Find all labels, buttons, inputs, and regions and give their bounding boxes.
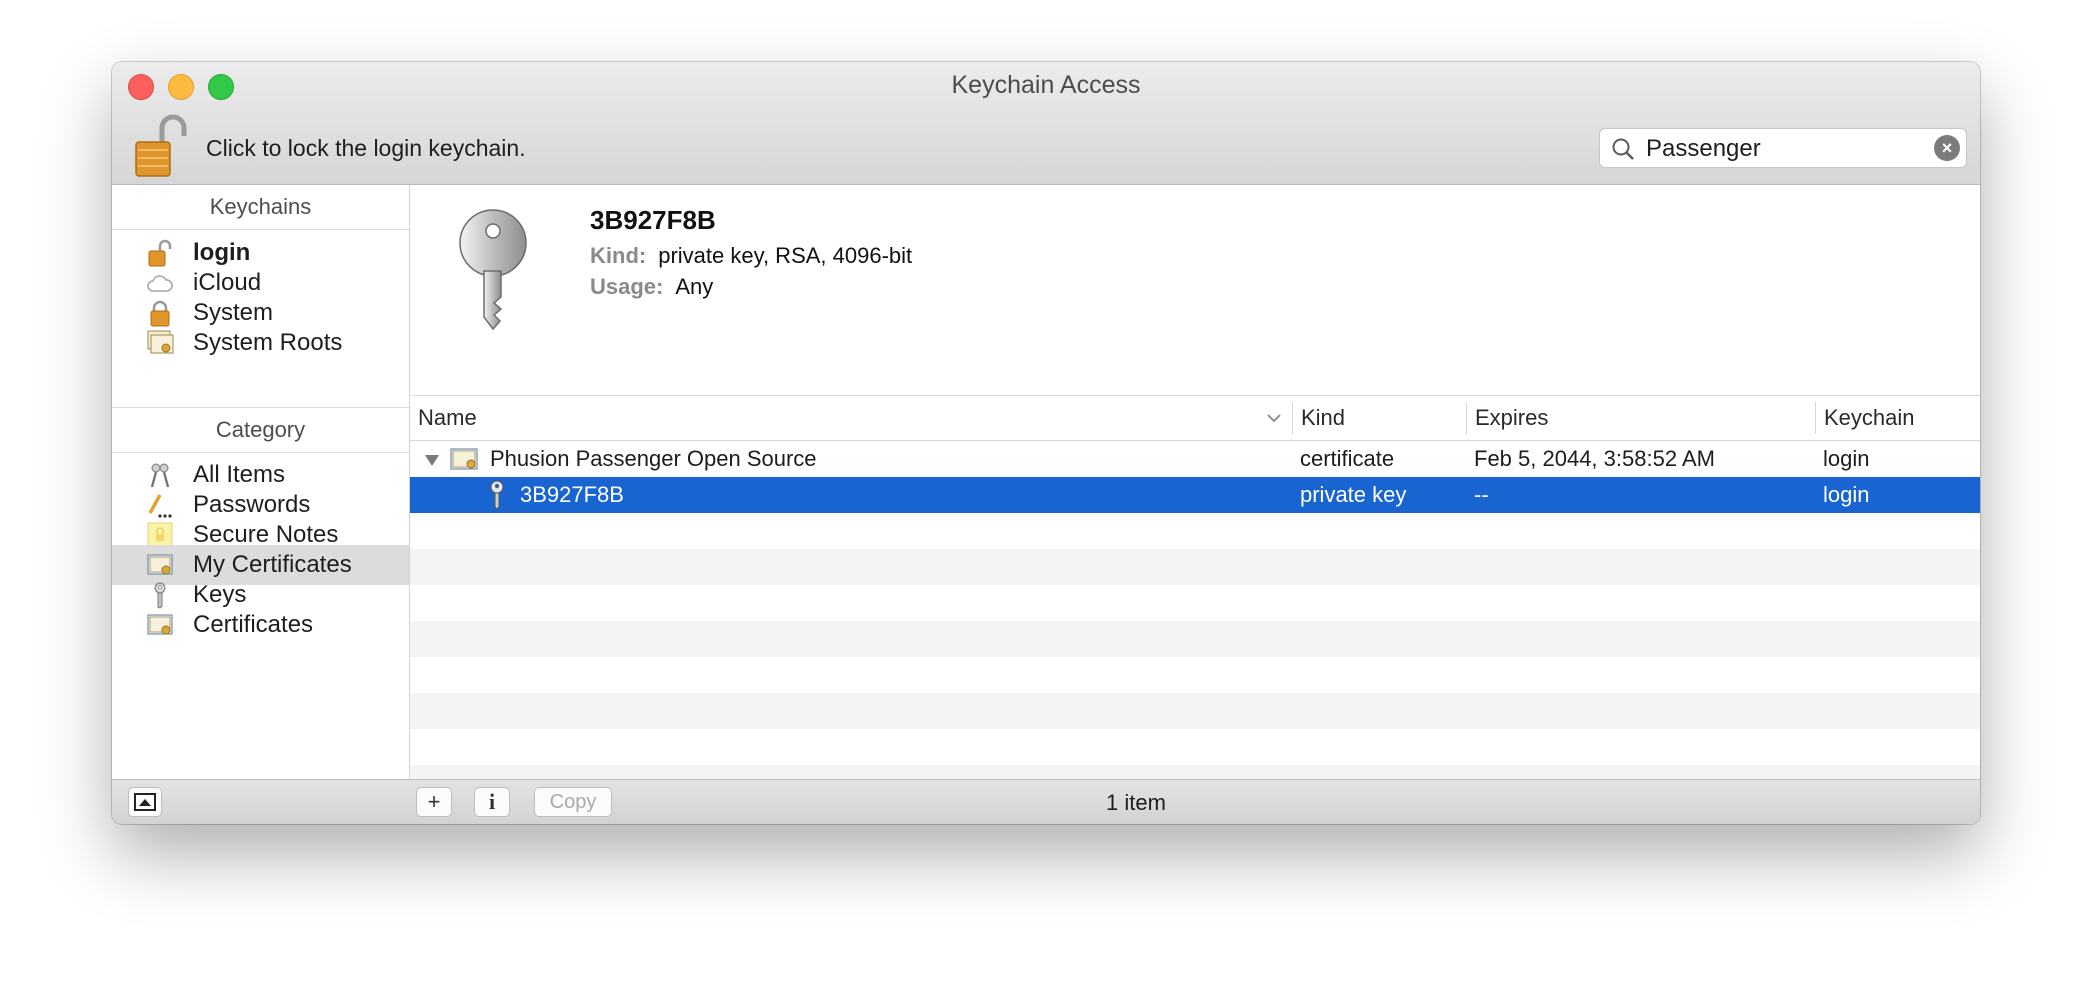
keychain-access-window: Keychain Access Click to lock the login … xyxy=(112,62,1980,824)
lock-keychain-button[interactable] xyxy=(132,114,188,178)
empty-row xyxy=(410,549,1980,585)
column-header-name[interactable]: Name xyxy=(410,396,1290,440)
cell-keychain: login xyxy=(1823,482,1870,507)
cell-kind: certificate xyxy=(1300,446,1395,471)
cell-name: 3B927F8B xyxy=(520,482,624,507)
table-row-selected[interactable]: 3B927F8B private key -- login xyxy=(410,477,1980,513)
title-toolbar: Keychain Access Click to lock the login … xyxy=(112,62,1980,185)
item-kind-row: Kind: private key, RSA, 4096-bit xyxy=(590,243,912,269)
bottom-bar: + i Copy 1 item xyxy=(112,779,1980,824)
disclosure-triangle-icon[interactable] xyxy=(424,453,440,467)
table-header: Name Kind Expires Keychain xyxy=(410,396,1980,441)
certificate-icon xyxy=(147,614,173,635)
clear-search-icon[interactable]: × xyxy=(1934,135,1960,161)
sidebar: Keychains login iCloud System System Roo… xyxy=(112,185,410,779)
empty-row xyxy=(410,585,1980,621)
certificate-icon xyxy=(450,448,478,470)
sidebar-item-label: Certificates xyxy=(193,611,314,638)
items-table: Name Kind Expires Keychain Phusion Passe… xyxy=(410,396,1980,779)
item-detail-pane: 3B927F8B Kind: private key, RSA, 4096-bit… xyxy=(410,185,1980,396)
window-title: Keychain Access xyxy=(951,71,1141,99)
cell-expires: Feb 5, 2044, 3:58:52 AM xyxy=(1474,446,1715,471)
kind-label: Kind: xyxy=(590,243,647,268)
cell-kind: private key xyxy=(1300,482,1407,507)
item-usage-row: Usage: Any xyxy=(590,274,713,300)
empty-row xyxy=(410,693,1980,729)
empty-row xyxy=(410,765,1980,779)
sidebar-item-label: System Roots xyxy=(193,329,343,356)
lock-open-icon xyxy=(135,114,187,177)
key-large-icon xyxy=(459,209,527,331)
empty-row xyxy=(410,621,1980,657)
keychains-header: Keychains xyxy=(112,185,409,230)
lock-keychain-label[interactable]: Click to lock the login keychain. xyxy=(206,135,526,162)
empty-row xyxy=(410,513,1980,549)
key-icon xyxy=(490,480,504,510)
usage-label: Usage: xyxy=(590,274,664,299)
cell-keychain: login xyxy=(1823,446,1870,471)
search-field[interactable]: Passenger × xyxy=(1599,128,1967,168)
column-header-keychain[interactable]: Keychain xyxy=(1816,396,1980,440)
cell-expires: -- xyxy=(1474,482,1489,507)
column-header-expires[interactable]: Expires xyxy=(1467,396,1815,440)
usage-value: Any xyxy=(675,274,714,299)
kind-value: private key, RSA, 4096-bit xyxy=(658,243,913,268)
cell-name: Phusion Passenger Open Source xyxy=(490,446,817,471)
empty-row xyxy=(410,657,1980,693)
certificate-stack-icon xyxy=(147,330,174,354)
table-row[interactable]: Phusion Passenger Open Source certificat… xyxy=(410,441,1980,477)
empty-row xyxy=(410,729,1980,765)
category-header: Category xyxy=(112,407,409,453)
sidebar-item-system-roots[interactable]: System Roots xyxy=(112,323,409,363)
item-count-status: 1 item xyxy=(1106,790,1166,815)
search-input[interactable]: Passenger xyxy=(1646,135,1761,163)
chevron-down-icon xyxy=(1267,414,1281,423)
search-icon xyxy=(1612,138,1634,160)
item-name: 3B927F8B xyxy=(590,205,716,235)
sidebar-item-certificates[interactable]: Certificates xyxy=(112,605,409,645)
column-header-kind[interactable]: Kind xyxy=(1293,396,1467,440)
